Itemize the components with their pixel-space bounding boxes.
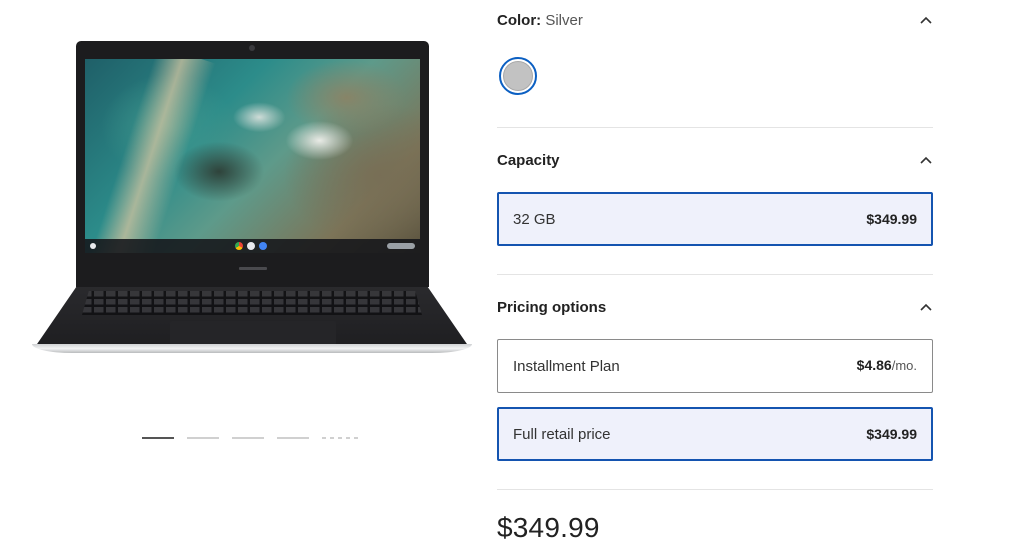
gallery-dot[interactable]: [277, 437, 309, 439]
status-tray: [387, 243, 415, 249]
files-icon: [247, 242, 255, 250]
selected-color-value: Silver: [545, 11, 583, 29]
color-section-header[interactable]: Color: Silver: [497, 8, 933, 32]
laptop-base-edge: [32, 344, 472, 353]
option-price-unit: /mo.: [891, 358, 917, 373]
pricing-option-full-retail[interactable]: Full retail price $349.99: [497, 407, 933, 461]
brand-logo: [239, 267, 267, 270]
pricing-section-header[interactable]: Pricing options: [497, 295, 933, 319]
section-divider: [497, 489, 933, 490]
option-label: 32 GB: [513, 210, 556, 228]
swatch-fill: [503, 61, 533, 91]
gallery-dot-more: [322, 437, 326, 439]
gallery-dot-more: [354, 437, 358, 439]
option-label: Full retail price: [513, 425, 611, 443]
laptop-keyboard: [82, 291, 422, 315]
gallery-dot[interactable]: [232, 437, 264, 439]
gallery-dot-more: [338, 437, 342, 439]
gallery-dot[interactable]: [142, 437, 174, 439]
laptop-lid: [76, 41, 429, 287]
pricing-section-title: Pricing options: [497, 298, 607, 316]
product-gallery: [0, 0, 490, 551]
capacity-section-header[interactable]: Capacity: [497, 148, 933, 172]
gallery-pagination: [142, 437, 358, 439]
pricing-option-installment[interactable]: Installment Plan $4.86/mo.: [497, 339, 933, 393]
chevron-up-icon[interactable]: [919, 13, 933, 27]
chrome-icon: [235, 242, 243, 250]
chevron-up-icon[interactable]: [919, 153, 933, 167]
section-divider: [497, 127, 933, 128]
option-price: $349.99: [866, 211, 917, 227]
laptop-touchpad: [170, 321, 336, 345]
gallery-dot-more: [330, 437, 334, 439]
product-options-panel: Color: Silver Capacity 32 GB $349.99 Pri…: [497, 0, 933, 544]
capacity-option-32gb[interactable]: 32 GB $349.99: [497, 192, 933, 246]
option-price-group: $4.86/mo.: [857, 357, 917, 375]
total-price: $349.99: [497, 512, 600, 543]
gallery-dot-more: [346, 437, 350, 439]
product-image-laptop[interactable]: [32, 38, 472, 358]
chromeos-shelf: [85, 239, 420, 253]
capacity-section-title: Capacity: [497, 151, 560, 169]
webcam: [249, 45, 255, 51]
launcher-icon: [90, 243, 96, 249]
section-divider: [497, 274, 933, 275]
option-price: $349.99: [866, 426, 917, 442]
laptop-screen-wallpaper: [85, 59, 420, 253]
option-label: Installment Plan: [513, 357, 620, 375]
option-price: $4.86: [856, 357, 892, 373]
chevron-up-icon[interactable]: [919, 300, 933, 314]
gallery-dot[interactable]: [187, 437, 219, 439]
app-icon: [259, 242, 267, 250]
color-section-title: Color: Silver: [497, 11, 583, 29]
color-swatch-silver[interactable]: [499, 57, 537, 95]
